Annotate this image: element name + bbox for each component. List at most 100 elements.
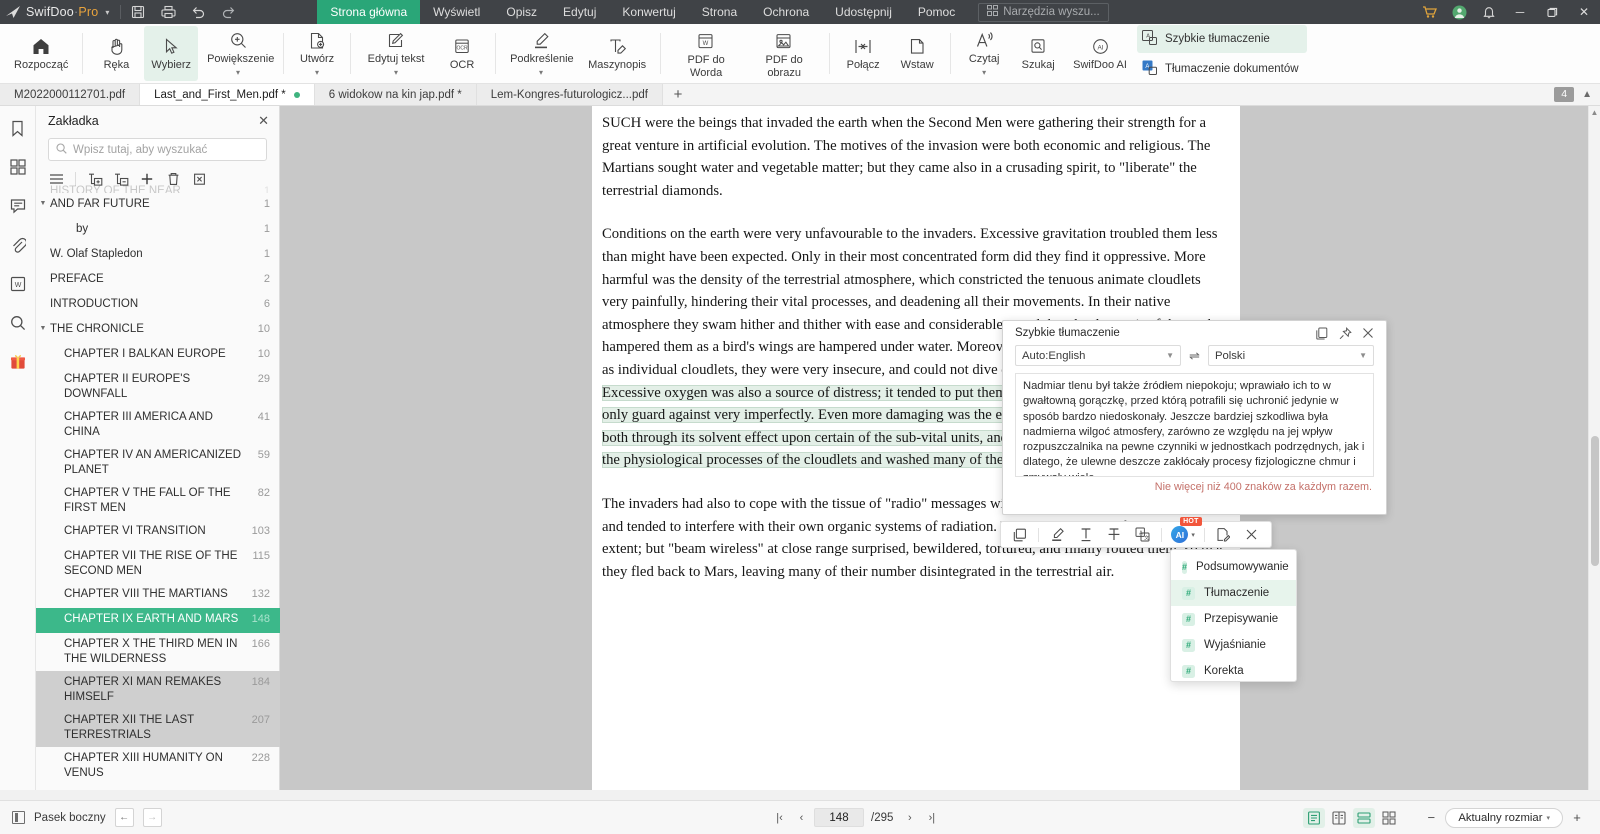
document-tab-1[interactable]: Last_and_First_Men.pdf * [140,84,315,105]
bookmark-item[interactable]: by 1 [36,218,280,243]
search-icon[interactable] [5,310,31,336]
bookmark-item[interactable]: CHAPTER VII THE RISE OF THE SECOND MEN 1… [36,545,280,583]
menu-pomoc[interactable]: Pomoc [905,0,968,24]
menu-ochrona[interactable]: Ochrona [750,0,822,24]
ribbon-maszynopis-button[interactable]: Maszynopis [581,26,653,81]
translate-icon[interactable]: A文 [1130,523,1156,546]
word-export-icon[interactable]: W [5,271,31,297]
ribbon-pdf-do-worda-button[interactable]: W PDF do Worda [668,26,744,81]
bookmark-item[interactable]: CHAPTER X THE THIRD MEN IN THE WILDERNES… [36,633,280,671]
sidebar-toggle-icon[interactable] [12,811,25,824]
zoom-in-button[interactable]: + [1566,808,1588,828]
ai-assistant-icon[interactable]: HOT AI ▾ [1167,517,1202,546]
bookmark-item[interactable]: INTRODUCTION 6 [36,293,280,318]
close-icon[interactable] [1357,323,1379,343]
chevron-down-icon[interactable]: ▼ [36,322,50,332]
copy-icon[interactable] [1311,323,1333,343]
comments-icon[interactable] [5,193,31,219]
ai-actions-menu[interactable]: # Podsumowywanie # Tłumaczenie # Przepis… [1170,549,1297,682]
close-icon[interactable] [1239,523,1265,546]
highlight-icon[interactable] [1044,523,1070,546]
scroll-up-icon[interactable]: ▲ [1589,106,1600,119]
grid-view-icon[interactable] [1378,808,1400,828]
two-page-view-icon[interactable] [1328,808,1350,828]
ribbon-rozpoczac-button[interactable]: Rozpocząć [7,26,75,81]
first-page-button[interactable]: |‹ [770,808,789,827]
ai-menu-item-tlumaczenie[interactable]: # Tłumaczenie [1171,580,1296,606]
note-icon[interactable] [1210,523,1236,546]
bookmark-item[interactable]: ▼ AND FAR FUTURE 1 [36,193,280,218]
new-tab-button[interactable]: + [663,84,693,105]
ribbon-powiekszenie-button[interactable]: Powiększenie ▾ [200,26,276,81]
bookmark-icon[interactable] [5,115,31,141]
ribbon-wybierz-button[interactable]: Wybierz [144,26,199,81]
single-page-view-icon[interactable] [1303,807,1326,828]
bookmark-search-input[interactable]: Wpisz tutaj, aby wyszukać [48,138,267,161]
last-page-button[interactable]: ›| [922,808,941,827]
document-tab-3[interactable]: Lem-Kongres-futurologicz...pdf [476,84,663,105]
ai-menu-item-wyjasnianie[interactable]: # Wyjaśnianie [1171,632,1296,658]
document-viewport[interactable]: SUCH were the beings that invaded the ea… [280,106,1600,790]
bookmark-item[interactable]: HISTORY OF THE NEAR 1 [36,184,280,193]
menu-udostepnij[interactable]: Udostępnij [822,0,905,24]
undo-icon[interactable] [183,0,213,24]
menu-edytuj[interactable]: Edytuj [550,0,609,24]
bookmark-item-selected[interactable]: CHAPTER IX EARTH AND MARS 148 [36,608,280,633]
ribbon-szybkie-tlumaczenie-button[interactable]: A Szybkie tłumaczenie [1136,24,1307,53]
ai-menu-item-przepisywanie[interactable]: # Przepisywanie [1171,606,1296,632]
ribbon-utworz-button[interactable]: Utwórz ▾ [291,26,343,81]
chevron-down-icon[interactable]: ▼ [36,197,50,207]
bookmark-item[interactable]: CHAPTER V THE FALL OF THE FIRST MEN 82 [36,482,280,520]
ribbon-czytaj-button[interactable]: Czytaj ▾ [958,26,1010,81]
menu-opisz[interactable]: Opisz [493,0,550,24]
ribbon-podkreslenie-button[interactable]: Podkreślenie ▾ [503,26,579,81]
translated-text-area[interactable]: Nadmiar tlenu był także źródłem niepokoj… [1015,373,1374,477]
ribbon-swifdoo-ai-button[interactable]: AI SwifDoo AI [1066,26,1134,81]
nav-back-button[interactable]: ← [114,808,134,827]
copy-text-icon[interactable] [1007,523,1033,546]
menu-strona-glowna[interactable]: Strona główna [317,0,421,24]
maximize-button[interactable] [1536,0,1568,24]
bookmark-tree[interactable]: HISTORY OF THE NEAR 1 ▼ AND FAR FUTURE 1… [36,184,280,790]
bookmark-item[interactable]: CHAPTER XIV NEPTUNE 244 [36,785,280,790]
quick-translate-popup[interactable]: Szybkie tłumaczenie Auto:English ▼ ⇌ Pol… [1002,320,1387,515]
close-icon[interactable]: ✕ [258,113,269,129]
attachments-icon[interactable] [5,232,31,258]
bookmark-item[interactable]: ▼ THE CHRONICLE 10 [36,318,280,343]
minimize-button[interactable]: ─ [1504,0,1536,24]
ribbon-ocr-button[interactable]: OCR OCR [436,26,488,81]
continuous-scroll-icon[interactable] [1353,807,1376,828]
zoom-out-button[interactable]: − [1420,808,1442,828]
save-icon[interactable] [123,0,153,24]
redo-icon[interactable] [213,0,243,24]
pin-icon[interactable] [1334,323,1356,343]
bookmark-item[interactable]: CHAPTER XI MAN REMAKES HIMSELF 184 [36,671,280,709]
ribbon-reka-button[interactable]: Ręka [90,26,142,81]
document-tab-2[interactable]: 6 widokow na kin jap.pdf * [314,84,477,105]
source-language-select[interactable]: Auto:English ▼ [1015,345,1182,366]
menu-strona[interactable]: Strona [689,0,750,24]
ribbon-pdf-do-obrazu-button[interactable]: PDF do obrazu [746,26,822,81]
bookmark-item[interactable]: CHAPTER I BALKAN EUROPE 10 [36,343,280,368]
vertical-scrollbar[interactable]: ▲ [1588,106,1600,790]
close-button[interactable]: ✕ [1568,0,1600,24]
bookmark-item[interactable]: CHAPTER VI TRANSITION 103 [36,520,280,545]
bookmark-item[interactable]: CHAPTER XIII HUMANITY ON VENUS 228 [36,747,280,785]
ribbon-szukaj-button[interactable]: Szukaj [1012,26,1064,81]
gift-icon[interactable] [5,349,31,375]
collapse-ribbon-icon[interactable]: ▲ [1578,89,1596,100]
ribbon-tlumaczenie-dokumentow-button[interactable]: A Tłumaczenie dokumentów [1137,55,1307,83]
brand-dropdown-caret-icon[interactable]: ▾ [105,8,109,17]
menu-konwertuj[interactable]: Konwertuj [609,0,688,24]
bookmark-item[interactable]: CHAPTER II EUROPE'S DOWNFALL 29 [36,368,280,406]
swap-languages-icon[interactable]: ⇌ [1189,348,1200,364]
text-selection-toolbar[interactable]: A文 HOT AI ▾ [1000,517,1272,548]
thumbnails-icon[interactable] [5,154,31,180]
bookmark-item[interactable]: CHAPTER IV AN AMERICANIZED PLANET 59 [36,444,280,482]
zoom-level-selector[interactable]: Aktualny rozmiar ▾ [1445,807,1563,828]
ribbon-wstaw-button[interactable]: Wstaw [891,26,943,81]
bookmark-item[interactable]: PREFACE 2 [36,268,280,293]
nav-forward-button[interactable]: → [142,808,162,827]
bookmark-item[interactable]: CHAPTER XII THE LAST TERRESTRIALS 207 [36,709,280,747]
print-icon[interactable] [153,0,183,24]
